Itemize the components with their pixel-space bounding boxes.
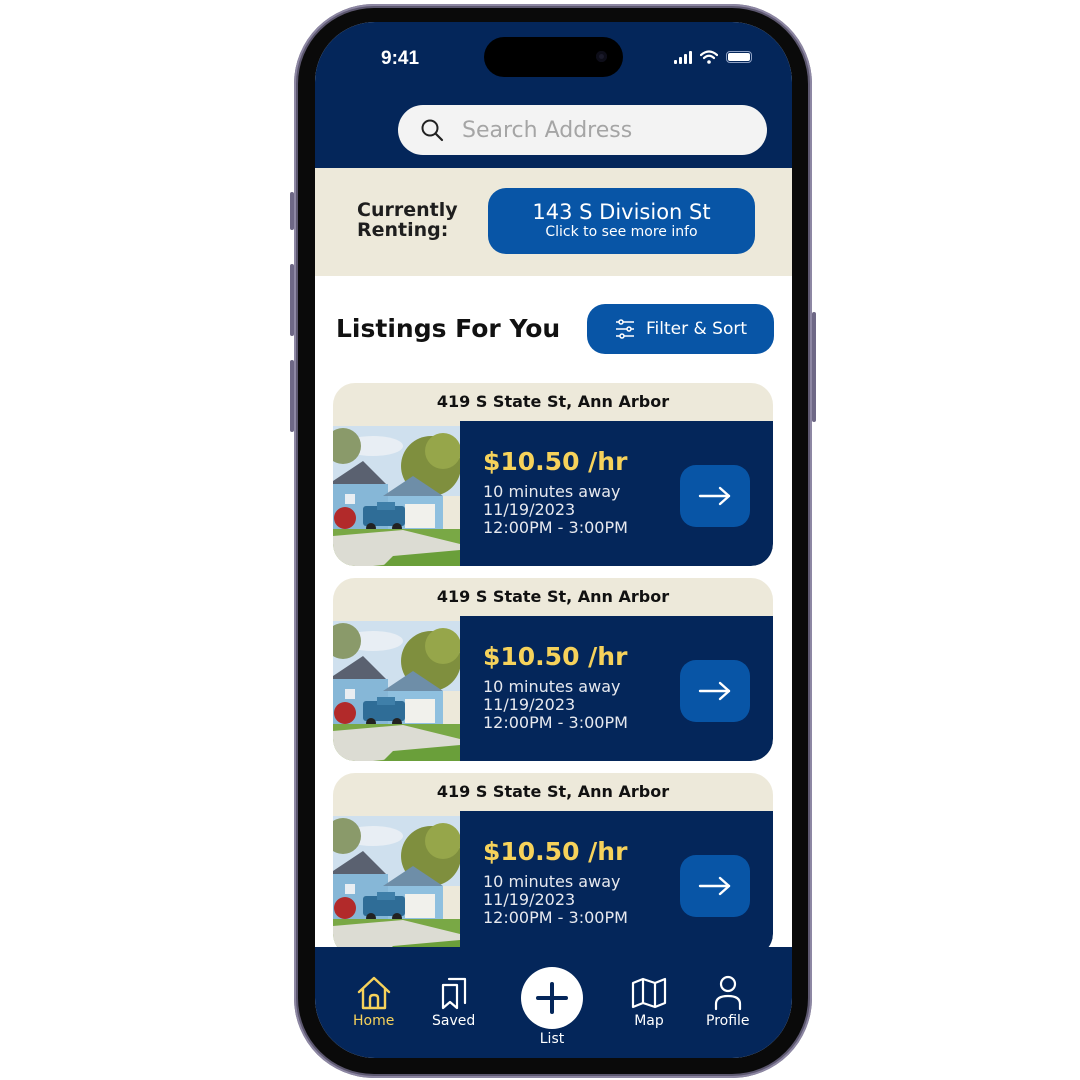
add-listing-button[interactable] (521, 967, 583, 1029)
search-bar[interactable] (398, 105, 767, 155)
listing-address: 419 S State St, Ann Arbor (436, 587, 670, 606)
home-icon (357, 976, 390, 1010)
volume-up-button (290, 264, 294, 336)
tab-home[interactable]: Home (353, 975, 394, 1029)
filter-sort-label: Filter & Sort (645, 319, 747, 339)
current-rental-button[interactable]: 143 S Division St Click to see more info (488, 188, 755, 254)
header: 9:41 (315, 22, 792, 168)
tab-profile[interactable]: Profile (706, 975, 750, 1029)
listing-photo (333, 621, 460, 761)
listing-card[interactable]: 419 S State St, Ann Arbor $10.50 /hr 10 … (333, 383, 773, 566)
listing-price: $10.50 /hr (483, 642, 628, 671)
listing-distance: 10 minutes away (483, 872, 621, 891)
listing-date: 11/19/2023 (483, 890, 576, 909)
view-listing-button[interactable] (680, 465, 750, 527)
status-icons (674, 50, 752, 64)
camera-icon (596, 51, 607, 62)
map-icon (631, 977, 667, 1009)
currently-renting-label: Currently Renting: (357, 199, 458, 241)
tab-home-label: Home (353, 1013, 395, 1029)
listing-address: 419 S State St, Ann Arbor (436, 392, 670, 411)
listing-card[interactable]: 419 S State St, Ann Arbor $10.50 /hr 10 … (333, 773, 773, 956)
listing-photo (333, 816, 460, 956)
search-address-input[interactable] (460, 116, 724, 144)
tab-list[interactable]: List (521, 967, 583, 1047)
current-rental-address: 143 S Division St (532, 200, 711, 224)
view-listing-button[interactable] (680, 660, 750, 722)
listing-price: $10.50 /hr (483, 837, 628, 866)
battery-icon (726, 51, 752, 63)
search-icon (421, 119, 444, 142)
plus-icon (536, 982, 568, 1014)
bottom-tab-bar: Home Saved List Map Profile (315, 947, 792, 1058)
section-title: Listings For You (336, 314, 561, 343)
volume-down-button (290, 360, 294, 432)
listing-photo (333, 426, 460, 566)
listing-distance: 10 minutes away (483, 482, 621, 501)
tab-profile-label: Profile (706, 1013, 750, 1029)
tab-map[interactable]: Map (630, 975, 668, 1029)
dynamic-island (484, 37, 623, 77)
listing-time-range: 12:00PM - 3:00PM (483, 908, 628, 927)
tab-saved-label: Saved (432, 1013, 476, 1029)
wifi-icon (700, 50, 718, 64)
listing-date: 11/19/2023 (483, 695, 576, 714)
tab-saved[interactable]: Saved (432, 975, 475, 1029)
current-rental-hint: Click to see more info (545, 224, 698, 240)
power-button (812, 312, 816, 422)
filter-sort-button[interactable]: Filter & Sort (587, 304, 774, 354)
action-button (290, 192, 294, 230)
listing-address: 419 S State St, Ann Arbor (436, 782, 670, 801)
bookmarks-icon (441, 977, 466, 1010)
currently-renting-banner: Currently Renting: 143 S Division St Cli… (315, 168, 792, 276)
listing-meta: 10 minutes away 11/19/2023 12:00PM - 3:0… (483, 678, 628, 732)
listing-meta: 10 minutes away 11/19/2023 12:00PM - 3:0… (483, 873, 628, 927)
listing-details: $10.50 /hr 10 minutes away 11/19/2023 12… (460, 811, 773, 956)
view-listing-button[interactable] (680, 855, 750, 917)
listing-distance: 10 minutes away (483, 677, 621, 696)
listing-date: 11/19/2023 (483, 500, 576, 519)
listing-meta: 10 minutes away 11/19/2023 12:00PM - 3:0… (483, 483, 628, 537)
sliders-icon (615, 319, 634, 339)
arrow-right-icon (698, 486, 731, 506)
listing-details: $10.50 /hr 10 minutes away 11/19/2023 12… (460, 421, 773, 566)
listing-price: $10.50 /hr (483, 447, 628, 476)
cellular-signal-icon (674, 50, 692, 64)
tab-map-label: Map (634, 1013, 664, 1029)
arrow-right-icon (698, 876, 731, 896)
arrow-right-icon (698, 681, 731, 701)
listing-time-range: 12:00PM - 3:00PM (483, 518, 628, 537)
app-screen: 9:41 Currently Renting: (315, 22, 792, 1058)
listing-time-range: 12:00PM - 3:00PM (483, 713, 628, 732)
status-time: 9:41 (381, 48, 420, 69)
listing-details: $10.50 /hr 10 minutes away 11/19/2023 12… (460, 616, 773, 761)
tab-list-label: List (539, 1031, 565, 1047)
listing-card[interactable]: 419 S State St, Ann Arbor $10.50 /hr 10 … (333, 578, 773, 761)
person-icon (714, 975, 741, 1011)
